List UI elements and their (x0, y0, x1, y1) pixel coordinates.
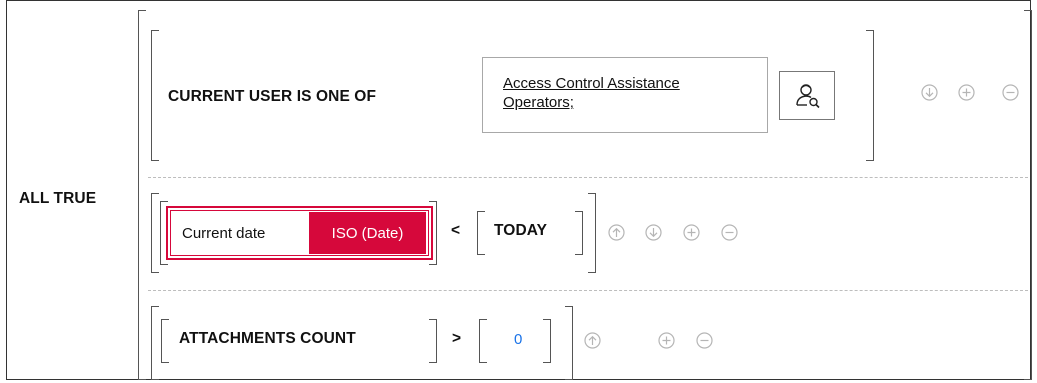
rule3-add-icon[interactable] (658, 332, 675, 349)
rule3-remove-icon[interactable] (696, 332, 713, 349)
value-bracket-left (479, 319, 487, 363)
rule1-bracket-right (866, 30, 874, 161)
value-bracket-right (575, 211, 583, 255)
rule2-bracket-left (151, 193, 159, 273)
rule-divider (148, 290, 1028, 291)
rule2-move-up-icon[interactable] (608, 224, 625, 241)
field-bracket-right (429, 319, 437, 363)
value-bracket-left (477, 211, 485, 255)
iso-date-tag[interactable]: ISO (Date) (309, 212, 426, 254)
rule1-move-down-icon[interactable] (921, 84, 938, 101)
user-search-icon (794, 82, 822, 115)
user-selection-box[interactable]: Access Control Assistance Operators; (482, 57, 768, 133)
rule2-move-down-icon[interactable] (645, 224, 662, 241)
rule1-bracket-left (151, 30, 159, 161)
group-bracket-right (1024, 10, 1032, 380)
rule3-bracket-right (565, 306, 573, 380)
rule2-remove-icon[interactable] (721, 224, 738, 241)
rule2-operator[interactable]: < (451, 222, 460, 240)
rule-divider (148, 177, 1028, 178)
rule1-remove-icon[interactable] (1002, 84, 1019, 101)
group-bracket-left (138, 10, 146, 380)
rule2-bracket-right (588, 193, 596, 273)
rule3-operator[interactable]: > (452, 330, 461, 348)
user-group-link-cont[interactable]: Operators; (503, 93, 680, 112)
user-group-link[interactable]: Access Control Assistance (503, 74, 680, 93)
rule3-move-up-icon[interactable] (584, 332, 601, 349)
rule1-field-label: CURRENT USER IS ONE OF (168, 88, 377, 105)
rule3-value[interactable]: 0 (514, 331, 522, 348)
field-bracket-left (161, 319, 169, 363)
rule2-value[interactable]: TODAY (494, 222, 547, 240)
rule3-bracket-left (151, 306, 159, 380)
rule2-add-icon[interactable] (683, 224, 700, 241)
user-picker-button[interactable] (779, 71, 835, 120)
value-bracket-right (543, 319, 551, 363)
group-operator-label[interactable]: ALL TRUE (19, 190, 96, 208)
rule3-field-label[interactable]: ATTACHMENTS COUNT (179, 330, 356, 348)
current-date-label: Current date (182, 225, 266, 242)
current-date-field-error[interactable]: Current date ISO (Date) (166, 206, 433, 260)
rule1-add-icon[interactable] (958, 84, 975, 101)
